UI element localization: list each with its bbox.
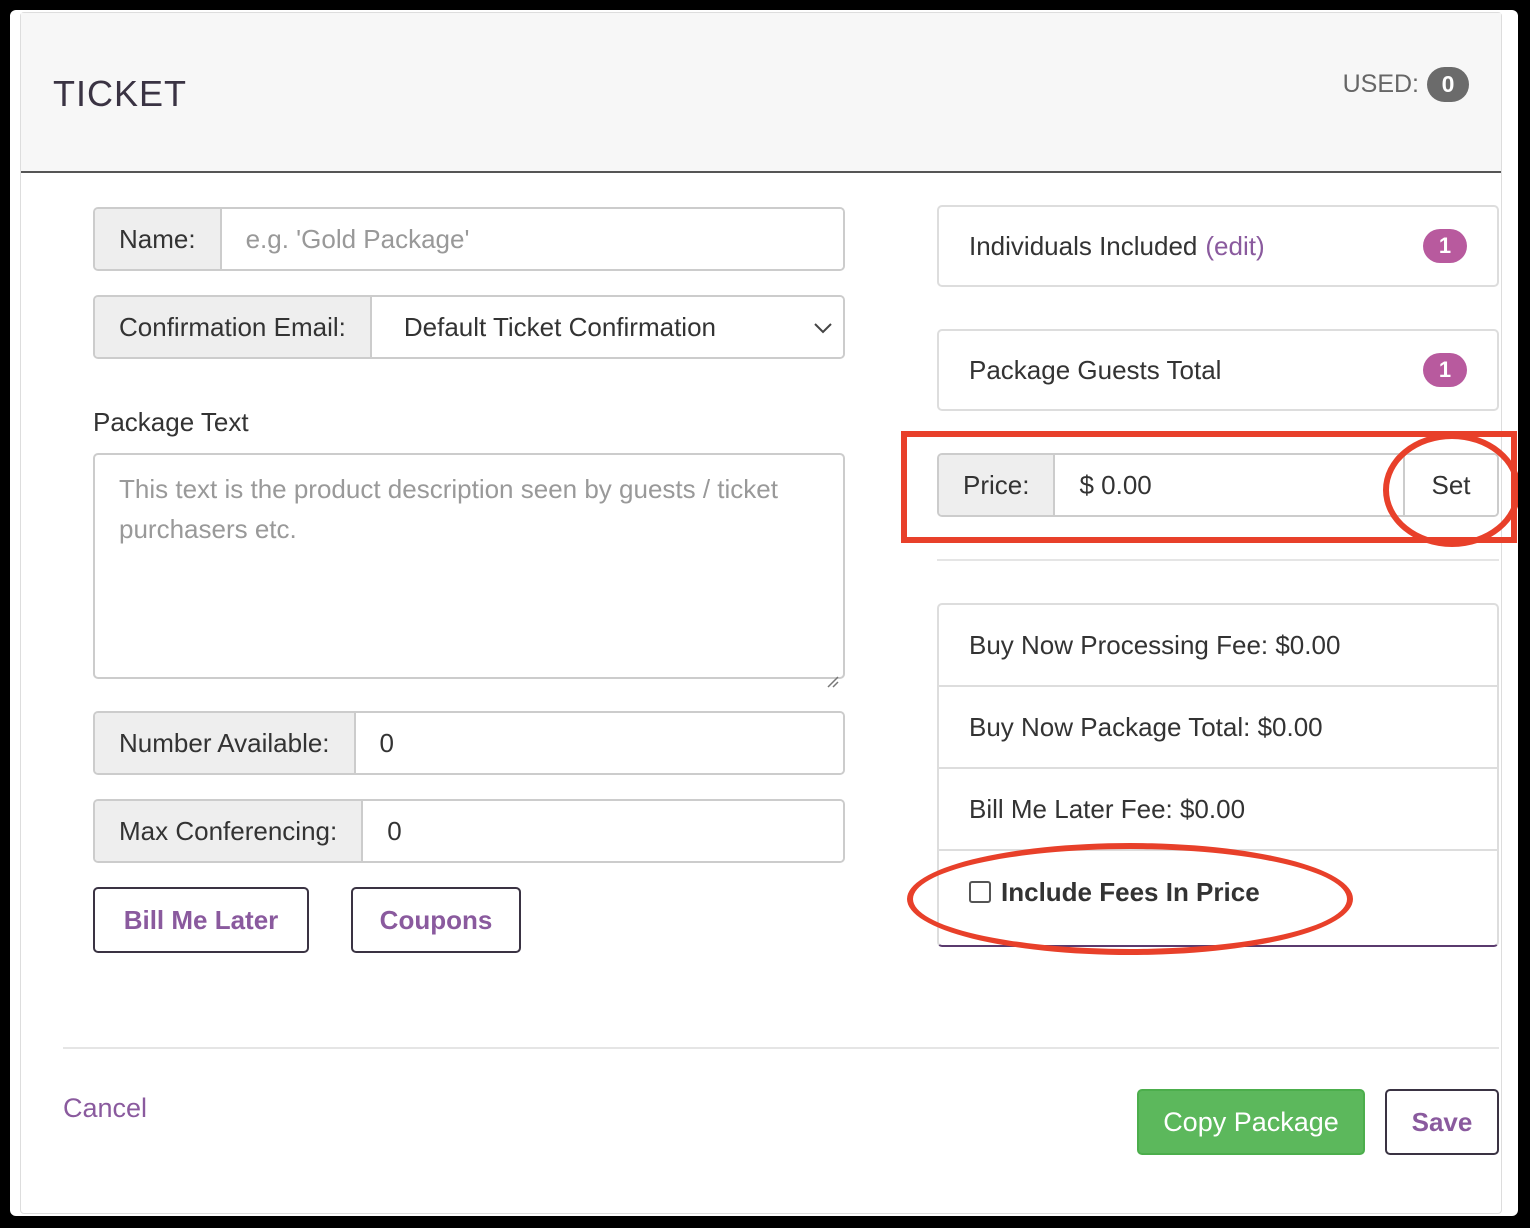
used-label: USED:	[1342, 70, 1419, 98]
copy-package-button[interactable]: Copy Package	[1137, 1089, 1365, 1155]
confirmation-email-label: Confirmation Email:	[95, 297, 372, 357]
number-available-input[interactable]: 0	[355, 713, 843, 773]
panel-header: TICKET USED: 0	[21, 13, 1501, 173]
package-guests-card: Package Guests Total 1	[937, 329, 1499, 411]
package-total-row: Buy Now Package Total: $0.00	[939, 687, 1497, 769]
number-available-label: Number Available:	[95, 713, 356, 773]
confirmation-email-group: Confirmation Email: Default Ticket Confi…	[93, 295, 845, 359]
number-available-group: Number Available: 0	[93, 711, 845, 775]
cancel-link[interactable]: Cancel	[63, 1093, 147, 1124]
edit-individuals-link[interactable]: (edit)	[1205, 231, 1264, 262]
resize-handle-icon[interactable]	[825, 659, 839, 688]
max-conferencing-group: Max Conferencing: 0	[93, 799, 845, 863]
max-conferencing-label: Max Conferencing:	[95, 801, 364, 861]
page-title: TICKET	[53, 73, 188, 114]
name-placeholder: e.g. 'Gold Package'	[245, 223, 470, 254]
name-input-group: Name: e.g. 'Gold Package'	[93, 207, 845, 271]
include-fees-circle-annotation	[907, 843, 1353, 955]
max-conferencing-input[interactable]: 0	[363, 801, 843, 861]
used-count-badge: 0	[1427, 67, 1469, 102]
coupons-button[interactable]: Coupons	[351, 887, 521, 953]
individuals-count-badge: 1	[1423, 229, 1467, 263]
bill-later-fee-row: Bill Me Later Fee: $0.00	[939, 769, 1497, 851]
price-divider	[937, 559, 1499, 561]
package-text-label: Package Text	[93, 407, 249, 437]
confirmation-email-select[interactable]: Default Ticket Confirmation	[371, 297, 843, 357]
confirmation-email-value: Default Ticket Confirmation	[403, 311, 716, 342]
save-button[interactable]: Save	[1385, 1089, 1499, 1155]
guests-count-badge: 1	[1423, 353, 1467, 387]
bill-me-later-button[interactable]: Bill Me Later	[93, 887, 309, 953]
footer-divider	[63, 1047, 1499, 1049]
package-text-textarea[interactable]: This text is the product description see…	[93, 453, 845, 688]
name-input[interactable]: e.g. 'Gold Package'	[221, 209, 843, 269]
individuals-included-label: Individuals Included	[969, 230, 1198, 261]
processing-fee-row: Buy Now Processing Fee: $0.00	[939, 605, 1497, 687]
name-label: Name:	[95, 209, 222, 269]
package-guests-label: Package Guests Total	[969, 354, 1222, 385]
ticket-panel: TICKET USED: 0 Name: e.g. 'Gold Package'…	[20, 12, 1518, 1214]
chevron-down-icon	[813, 314, 833, 340]
individuals-included-card: Individuals Included (edit) 1	[937, 205, 1499, 287]
package-text-placeholder: This text is the product description see…	[119, 474, 778, 544]
modal-frame: TICKET USED: 0 Name: e.g. 'Gold Package'…	[10, 10, 1518, 1216]
used-indicator: USED: 0	[1343, 67, 1469, 102]
set-button-circle-annotation	[1383, 433, 1518, 547]
